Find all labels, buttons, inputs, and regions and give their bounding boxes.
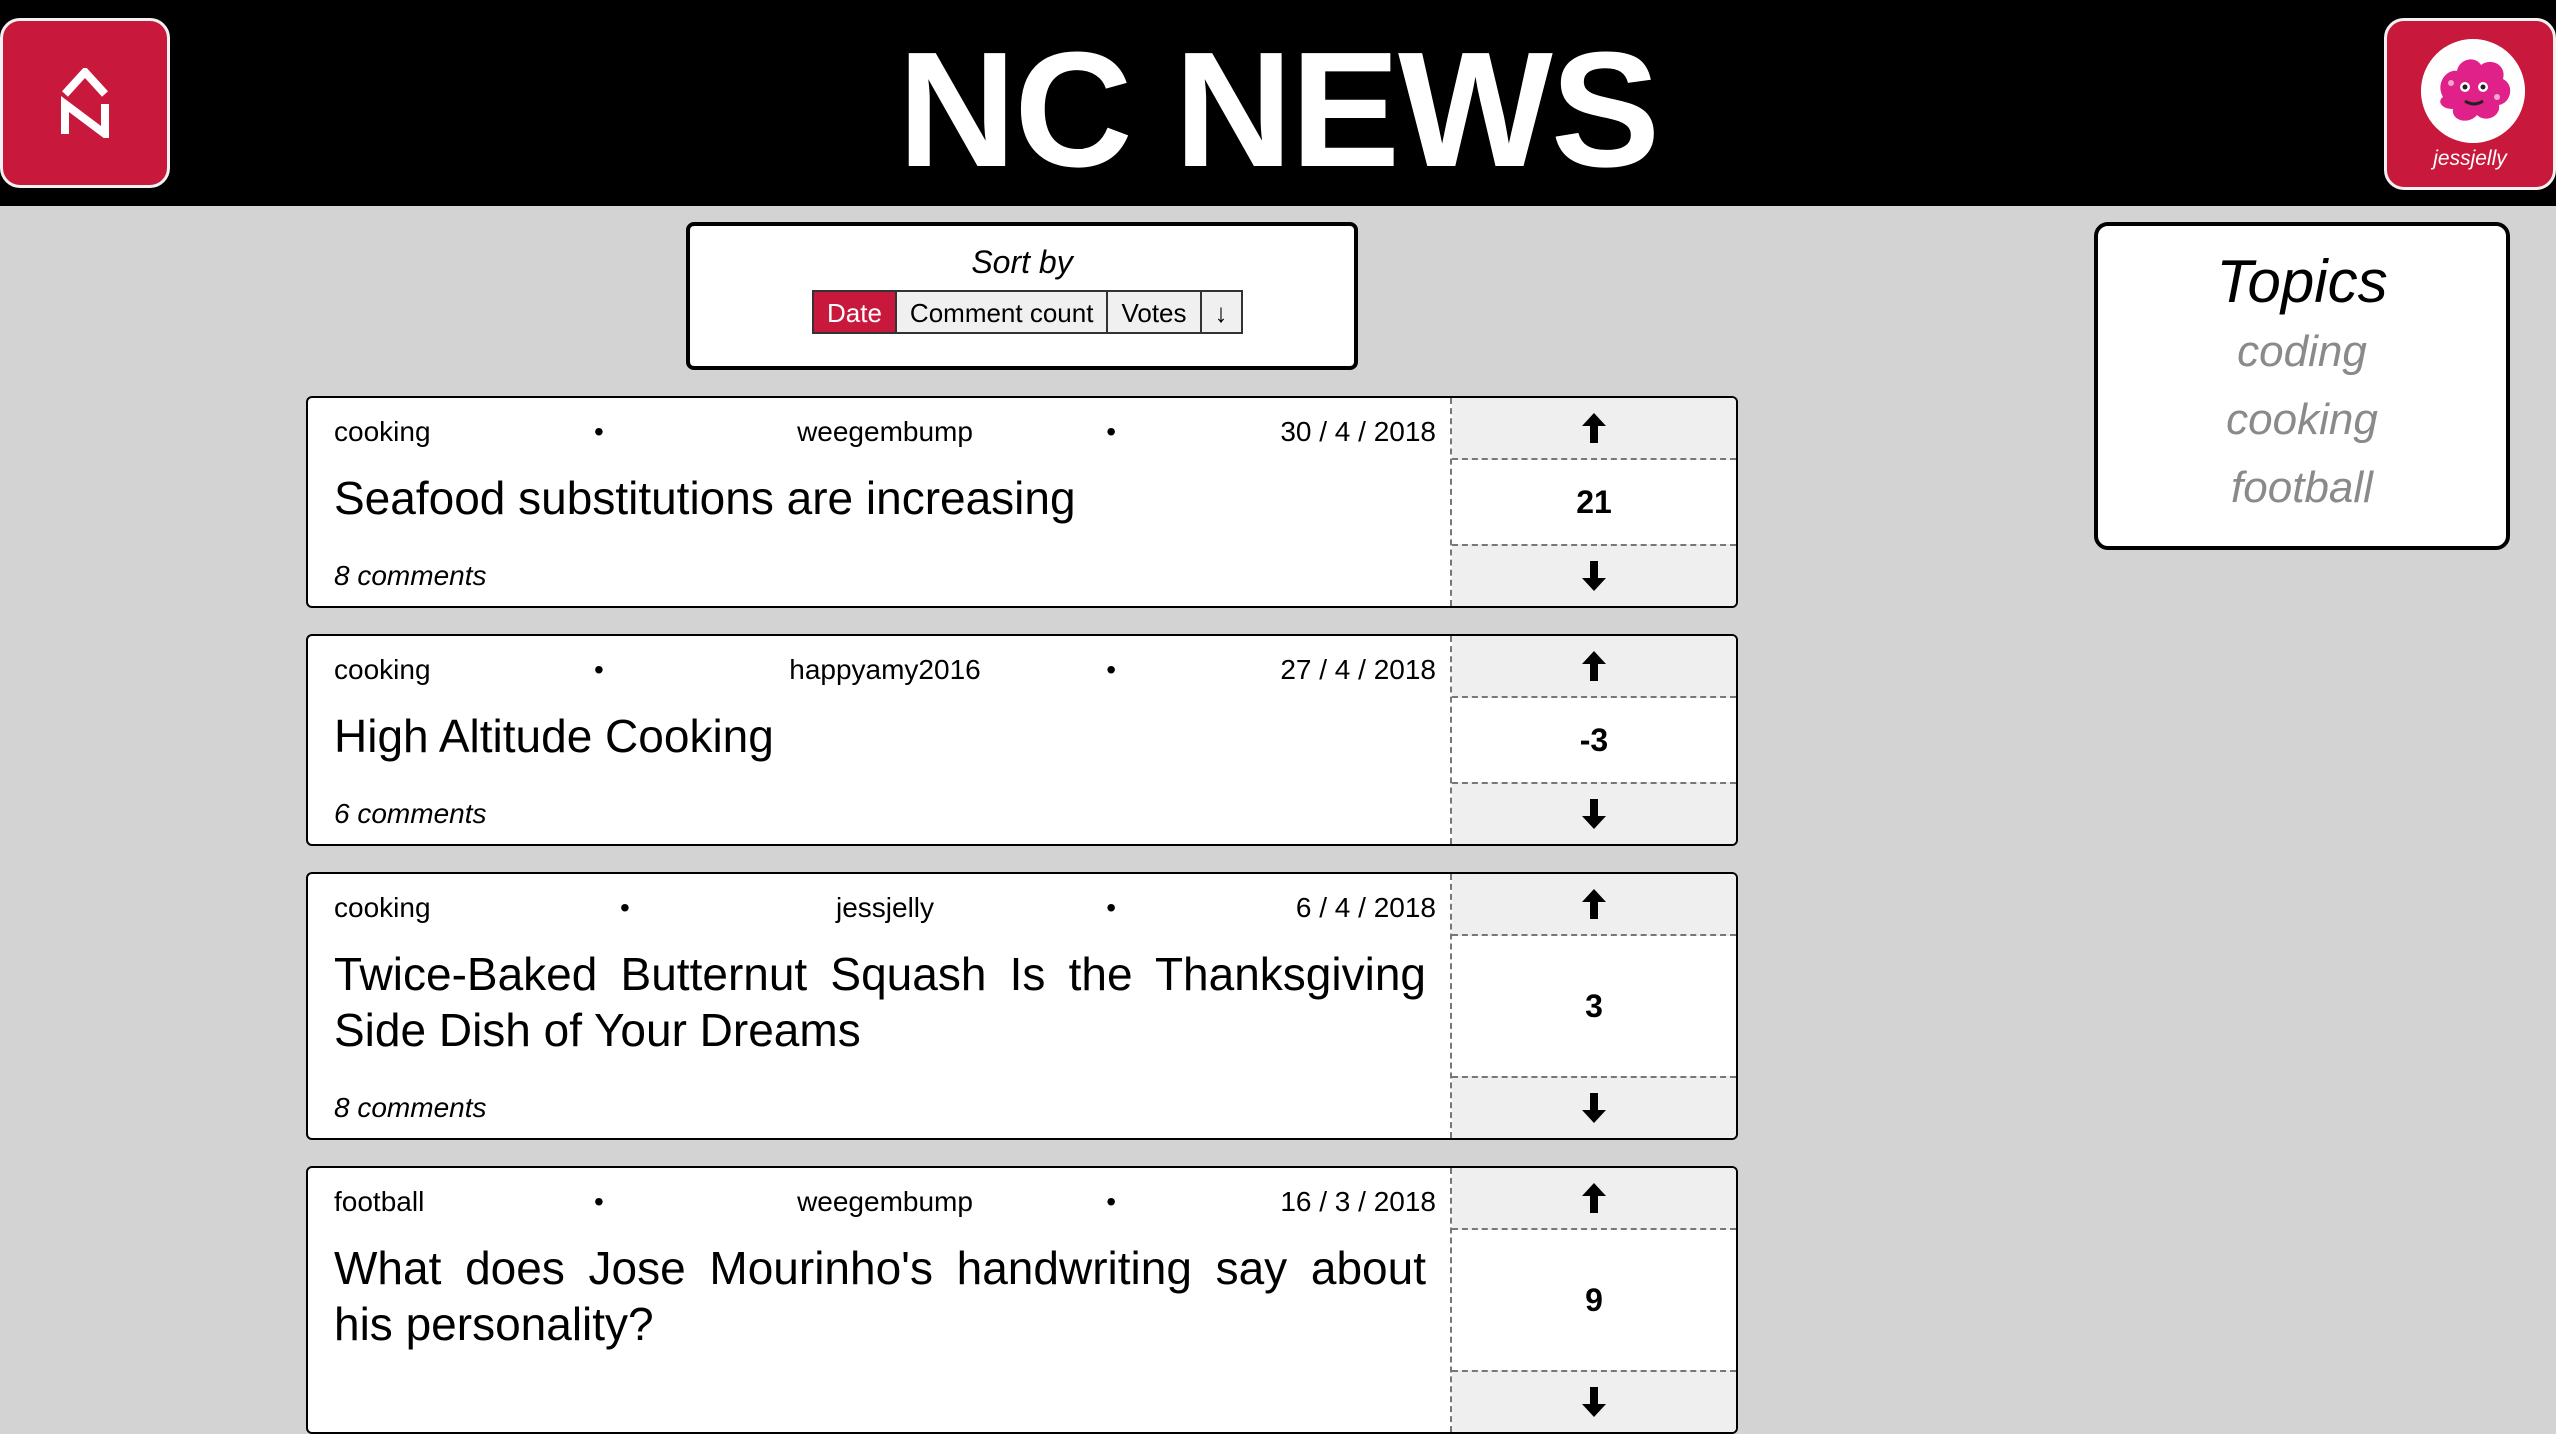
vote-column: 9: [1450, 1168, 1736, 1432]
downvote-button[interactable]: [1452, 1370, 1736, 1432]
site-title: NC NEWS: [897, 18, 1660, 201]
upvote-button[interactable]: [1452, 636, 1736, 698]
jessjelly-avatar: [2421, 39, 2525, 143]
article-author[interactable]: jessjelly: [334, 888, 1436, 928]
user-avatar: [2421, 39, 2525, 143]
separator-dot: •: [1106, 1186, 1116, 1217]
article-meta: cooking • jessjelly • 6 / 4 / 2018: [334, 888, 1436, 928]
upvote-button[interactable]: [1452, 1168, 1736, 1230]
article-author[interactable]: weegembump: [334, 1182, 1436, 1222]
article-card[interactable]: cooking • happyamy2016 • 27 / 4 / 2018 H…: [306, 634, 1738, 846]
vote-count: 9: [1585, 1281, 1603, 1318]
vote-column: 21: [1450, 398, 1736, 606]
article-date: 30 / 4 / 2018: [1280, 416, 1436, 447]
downvote-button[interactable]: [1452, 782, 1736, 844]
arrow-down-icon: [1582, 1093, 1606, 1123]
sort-by-date-button[interactable]: Date: [812, 290, 897, 334]
sort-order-toggle-button[interactable]: ↓: [1199, 290, 1243, 334]
article-author[interactable]: weegembump: [334, 412, 1436, 452]
article-comment-count[interactable]: 8 comments: [334, 1092, 487, 1124]
arrow-up-icon: [1582, 889, 1606, 919]
arrow-down-icon: [1582, 799, 1606, 829]
article-comment-count[interactable]: 6 comments: [334, 798, 487, 830]
downvote-button[interactable]: [1452, 1076, 1736, 1138]
article-comment-count[interactable]: 8 comments: [334, 560, 487, 592]
sort-by-votes-button[interactable]: Votes: [1106, 290, 1202, 334]
arrow-down-icon: [1582, 1387, 1606, 1417]
article-date: 27 / 4 / 2018: [1280, 654, 1436, 685]
sort-by-comment-count-button[interactable]: Comment count: [894, 290, 1109, 334]
article-title[interactable]: Seafood substitutions are increasing: [334, 470, 1426, 526]
article-title[interactable]: What does Jose Mourinho's handwriting sa…: [334, 1240, 1426, 1352]
upvote-button[interactable]: [1452, 398, 1736, 460]
topic-link-cooking[interactable]: cooking: [2098, 386, 2506, 454]
vote-count: 21: [1576, 483, 1612, 520]
article-meta: football • weegembump • 16 / 3 / 2018: [334, 1182, 1436, 1222]
user-profile-button[interactable]: jessjelly: [2384, 18, 2556, 190]
topics-title: Topics: [2216, 248, 2388, 315]
arrow-down-icon: [1582, 561, 1606, 591]
sort-panel: Sort by Date Comment count Votes ↓: [686, 222, 1358, 370]
downvote-button[interactable]: [1452, 544, 1736, 606]
username-label: jessjelly: [2433, 147, 2507, 170]
article-date: 16 / 3 / 2018: [1280, 1186, 1436, 1217]
arrow-up-icon: [1582, 1183, 1606, 1213]
topics-panel: Topics coding cooking football: [2094, 222, 2510, 550]
vote-column: -3: [1450, 636, 1736, 844]
separator-dot: •: [1106, 892, 1116, 923]
article-title[interactable]: High Altitude Cooking: [334, 708, 1426, 764]
arrow-up-icon: [1582, 413, 1606, 443]
site-header: NC NEWS jessjelly: [0, 0, 2556, 206]
article-date: 6 / 4 / 2018: [1295, 892, 1436, 923]
upvote-button[interactable]: [1452, 874, 1736, 936]
topic-link-coding[interactable]: coding: [2098, 318, 2506, 386]
separator-dot: •: [1106, 416, 1116, 447]
article-meta: cooking • weegembump • 30 / 4 / 2018: [334, 412, 1436, 452]
separator-dot: •: [1106, 654, 1116, 685]
article-card[interactable]: cooking • weegembump • 30 / 4 / 2018 Sea…: [306, 396, 1738, 608]
article-title[interactable]: Twice-Baked Butternut Squash Is the Than…: [334, 946, 1426, 1058]
vote-count: -3: [1579, 721, 1609, 758]
vote-count: 3: [1585, 987, 1603, 1024]
topic-link-football[interactable]: football: [2098, 454, 2506, 522]
sort-title: Sort by: [971, 244, 1073, 280]
article-meta: cooking • happyamy2016 • 27 / 4 / 2018: [334, 650, 1436, 690]
vote-column: 3: [1450, 874, 1736, 1138]
sort-options: Date Comment count Votes ↓: [812, 290, 1243, 334]
article-card[interactable]: cooking • jessjelly • 6 / 4 / 2018 Twice…: [306, 872, 1738, 1140]
article-author[interactable]: happyamy2016: [334, 650, 1436, 690]
arrow-up-icon: [1582, 651, 1606, 681]
article-card[interactable]: football • weegembump • 16 / 3 / 2018 Wh…: [306, 1166, 1738, 1434]
